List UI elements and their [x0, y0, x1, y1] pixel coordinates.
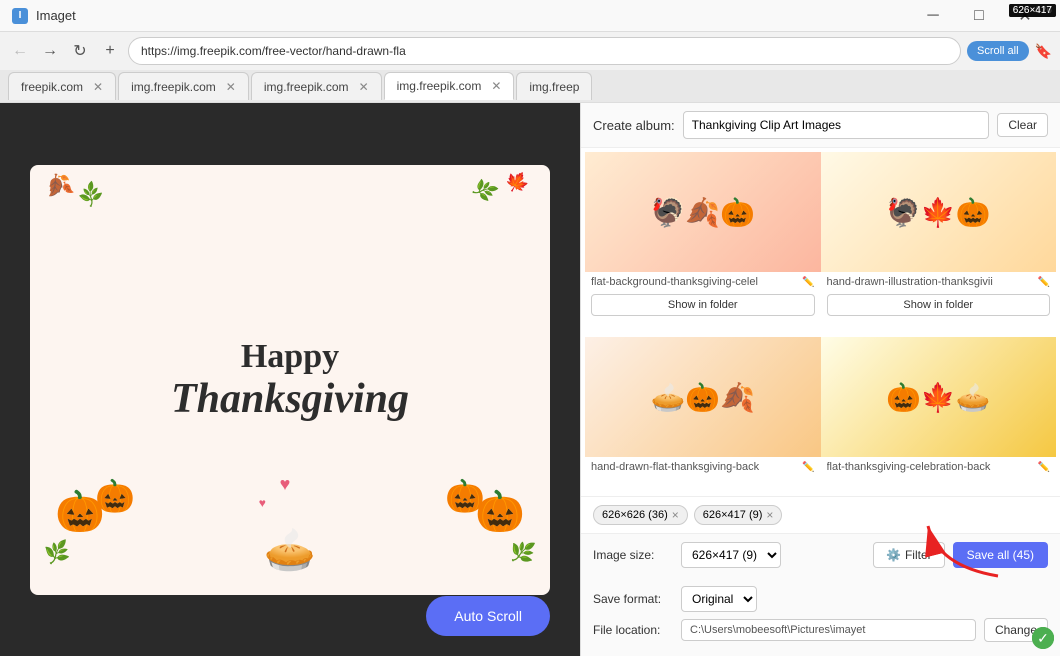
size-tag-close-2[interactable]: × — [766, 508, 773, 522]
nav-bar: ← → ↻ + Scroll all 🔖 — [0, 32, 1060, 70]
image-size-label: Image size: — [593, 548, 673, 562]
image-size-row: Image size: 626×417 (9) ⚙️ Filter Save a… — [593, 542, 1048, 568]
size-tag-close-1[interactable]: × — [672, 508, 679, 522]
title-bar: I Imaget ─ □ ✕ — [0, 0, 1060, 32]
tab-label: img.freepik.com — [264, 80, 349, 94]
window-title: Imaget — [36, 8, 76, 23]
tab-close-icon[interactable]: ✕ — [491, 79, 501, 93]
bookmark-button[interactable]: 🔖 — [1035, 43, 1052, 60]
filter-button[interactable]: ⚙️ Filter — [873, 542, 945, 568]
edit-icon-1[interactable]: ✏️ — [802, 277, 814, 288]
main-layout: 🍂 🍁 🌿 🌿 Happy Thanksgiving 🎃 🎃 🎃 — [0, 103, 1060, 656]
url-bar[interactable] — [128, 37, 961, 65]
size-tags: 626×626 (36) × 626×417 (9) × — [581, 496, 1060, 533]
edit-icon-2[interactable]: ✏️ — [1038, 277, 1050, 288]
image-cell-3[interactable]: 🥧🎃🍂 626×417 ✓ hand-drawn-flat-thanksgivi… — [585, 337, 821, 492]
edit-icon-3[interactable]: ✏️ — [802, 462, 814, 473]
size-tag-1: 626×626 (36) × — [593, 505, 688, 525]
tabs-bar: freepik.com ✕ img.freepik.com ✕ img.free… — [0, 70, 1060, 102]
thanksgiving-preview: 🍂 🍁 🌿 🌿 Happy Thanksgiving 🎃 🎃 🎃 — [30, 165, 550, 595]
tab-freepik-4[interactable]: img.freepik.com ✕ — [384, 72, 515, 100]
tab-freepik-5[interactable]: img.freep — [516, 72, 592, 100]
tab-close-icon[interactable]: ✕ — [359, 80, 369, 94]
filter-label: Filter — [905, 548, 932, 562]
maximize-button[interactable]: □ — [956, 0, 1002, 32]
image-thumbnail-2: 🦃🍁🎃 — [821, 152, 1057, 272]
back-button[interactable]: ← — [8, 39, 32, 63]
edit-icon-4[interactable]: ✏️ — [1038, 462, 1050, 473]
image-name-3: hand-drawn-flat-thanksgiving-back — [591, 461, 798, 473]
bottom-controls: Image size: 626×417 (9) ⚙️ Filter Save a… — [581, 533, 1060, 656]
show-folder-button-1[interactable]: Show in folder — [591, 294, 815, 316]
tab-label: img.freep — [529, 80, 579, 94]
save-format-row: Save format: Original — [593, 586, 1048, 612]
image-name-1: flat-background-thanksgiving-celel — [591, 276, 798, 288]
save-format-label: Save format: — [593, 592, 673, 606]
tab-label: img.freepik.com — [397, 79, 482, 93]
preview-title-1: Happy — [140, 337, 440, 375]
right-panel: Create album: Clear 🦃🍂🎃 626×417 ✓ flat-b… — [580, 103, 1060, 656]
forward-button[interactable]: → — [38, 39, 62, 63]
album-name-input[interactable] — [683, 111, 990, 139]
save-format-select[interactable]: Original — [681, 586, 757, 612]
size-tag-label-1: 626×626 (36) — [602, 509, 668, 521]
clear-button[interactable]: Clear — [997, 113, 1048, 137]
tab-label: img.freepik.com — [131, 80, 216, 94]
image-thumbnail-1: 🦃🍂🎃 — [585, 152, 821, 272]
tab-freepik-2[interactable]: img.freepik.com ✕ — [118, 72, 249, 100]
image-grid: 🦃🍂🎃 626×417 ✓ flat-background-thanksgivi… — [581, 148, 1060, 496]
file-location-label: File location: — [593, 623, 673, 637]
album-header: Create album: Clear — [581, 103, 1060, 148]
size-tag-label-2: 626×417 (9) — [703, 509, 763, 521]
save-all-button[interactable]: Save all (45) — [953, 542, 1048, 568]
image-name-row-1: flat-background-thanksgiving-celel ✏️ — [585, 272, 821, 292]
tab-label: freepik.com — [21, 80, 83, 94]
image-thumbnail-4: 🎃🍁🥧 — [821, 337, 1057, 457]
image-name-4: flat-thanksgiving-celebration-back — [827, 461, 1034, 473]
image-cell-4[interactable]: 🎃🍁🥧 626×417 ✓ flat-thanksgiving-celebrat… — [821, 337, 1057, 492]
image-cell-2[interactable]: 🦃🍁🎃 626×626 ✓ hand-drawn-illustration-th… — [821, 152, 1057, 337]
tab-close-icon[interactable]: ✕ — [226, 80, 236, 94]
size-tag-2: 626×417 (9) × — [694, 505, 783, 525]
image-cell-1[interactable]: 🦃🍂🎃 626×417 ✓ flat-background-thanksgivi… — [585, 152, 821, 337]
file-location-row: File location: Change — [593, 618, 1048, 642]
image-size-select[interactable]: 626×417 (9) — [681, 542, 781, 568]
tab-freepik-1[interactable]: freepik.com ✕ — [8, 72, 116, 100]
auto-scroll-button[interactable]: Auto Scroll — [426, 596, 550, 636]
browser-chrome: ← → ↻ + Scroll all 🔖 freepik.com ✕ img.f… — [0, 32, 1060, 103]
tab-close-icon[interactable]: ✕ — [93, 80, 103, 94]
image-name-2: hand-drawn-illustration-thanksgivii — [827, 276, 1034, 288]
show-folder-button-2[interactable]: Show in folder — [827, 294, 1051, 316]
image-thumbnail-3: 🥧🎃🍂 — [585, 337, 821, 457]
new-tab-button[interactable]: + — [98, 39, 122, 63]
preview-title-2: Thanksgiving — [140, 375, 440, 421]
image-name-row-4: flat-thanksgiving-celebration-back ✏️ — [821, 457, 1057, 477]
page-image-area: 🍂 🍁 🌿 🌿 Happy Thanksgiving 🎃 🎃 🎃 — [0, 103, 580, 656]
app-icon: I — [12, 8, 28, 24]
refresh-button[interactable]: ↻ — [68, 39, 92, 63]
file-location-input[interactable] — [681, 619, 976, 641]
minimize-button[interactable]: ─ — [910, 0, 956, 32]
image-name-row-2: hand-drawn-illustration-thanksgivii ✏️ — [821, 272, 1057, 292]
image-name-row-3: hand-drawn-flat-thanksgiving-back ✏️ — [585, 457, 821, 477]
tab-freepik-3[interactable]: img.freepik.com ✕ — [251, 72, 382, 100]
filter-icon: ⚙️ — [886, 548, 901, 562]
scroll-all-button[interactable]: Scroll all — [967, 41, 1029, 61]
album-label: Create album: — [593, 118, 675, 133]
browser-content: 🍂 🍁 🌿 🌿 Happy Thanksgiving 🎃 🎃 🎃 — [0, 103, 580, 656]
